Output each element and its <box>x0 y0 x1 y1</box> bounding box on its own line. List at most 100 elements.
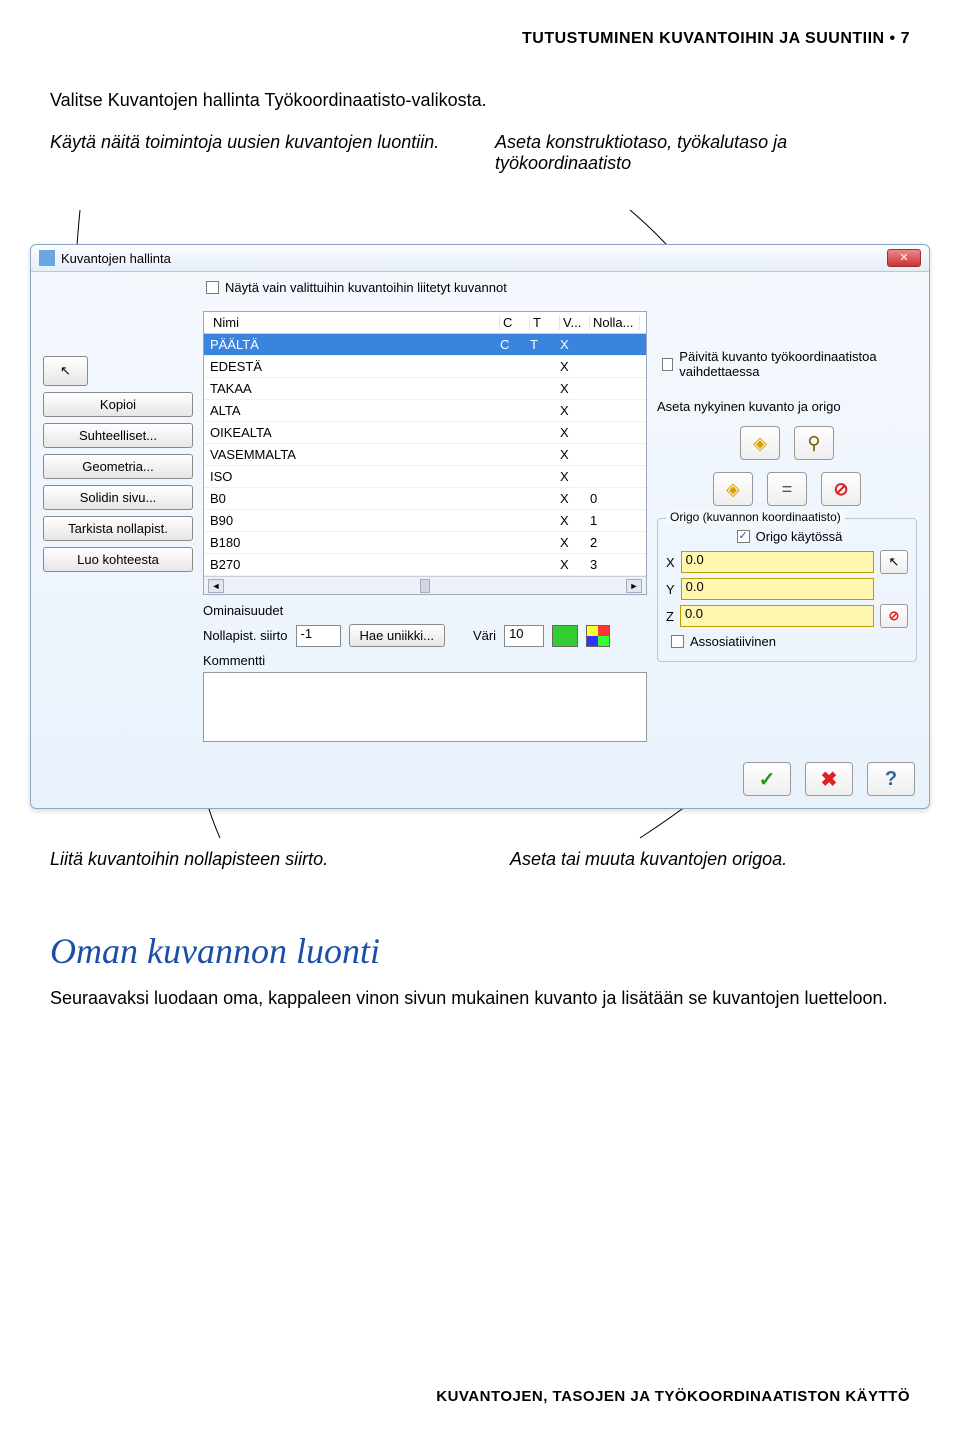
section-heading: Oman kuvannon luonti <box>50 930 910 972</box>
cell-n: 1 <box>590 513 640 528</box>
z-input[interactable]: 0.0 <box>680 605 874 627</box>
color-swatch[interactable] <box>552 625 578 647</box>
z-label: Z <box>666 609 674 624</box>
annotation-right: Aseta konstruktiotaso, työkalutaso ja ty… <box>495 132 910 174</box>
cell-name: PÄÄLTÄ <box>210 337 500 352</box>
cell-v: X <box>560 491 590 506</box>
dialog-window: Kuvantojen hallinta ✕ Näytä vain valittu… <box>30 244 930 809</box>
checkbox-label: Päivitä kuvanto työ­koordinaatistoa vaih… <box>679 349 917 379</box>
color-label: Väri <box>473 628 496 643</box>
geometry-button[interactable]: Geometria... <box>43 454 193 479</box>
table-row[interactable]: VASEMMALTA X <box>204 444 646 466</box>
table-row[interactable]: B180 X2 <box>204 532 646 554</box>
table-row[interactable]: OIKEALTAX <box>204 422 646 444</box>
origin-enabled-checkbox[interactable]: Origo käytössä <box>671 529 908 544</box>
table-row[interactable]: TAKAA X <box>204 378 646 400</box>
cell-name: EDESTÄ <box>210 359 500 374</box>
properties-group: Ominaisuudet Nollapist. siirto -1 Hae un… <box>203 603 647 742</box>
col-v: V... <box>560 315 590 330</box>
views-table: Nimi C T V... Nolla... PÄÄLTÄCTXEDESTÄXT… <box>203 311 647 595</box>
cell-name: ALTA <box>210 403 500 418</box>
cell-v: X <box>560 381 590 396</box>
cell-v: X <box>560 425 590 440</box>
app-icon <box>39 250 55 266</box>
annotation-below-right: Aseta tai muuta kuvantojen origoa. <box>510 849 910 870</box>
show-only-attached-checkbox[interactable]: Näytä vain valittuihin kuvantoihin liite… <box>206 280 929 295</box>
cell-n: 2 <box>590 535 640 550</box>
origin-group-title: Origo (kuvannon koordinaatisto) <box>666 510 845 524</box>
cell-name: B0 <box>210 491 500 506</box>
table-header: Nimi C T V... Nolla... <box>204 312 646 334</box>
cell-v: X <box>560 447 590 462</box>
cell-name: B180 <box>210 535 500 550</box>
help-button[interactable]: ? <box>867 762 915 796</box>
cell-v: X <box>560 535 590 550</box>
cell-t: T <box>530 337 560 352</box>
scroll-left-icon[interactable]: ◄ <box>208 579 224 593</box>
cell-name: VASEMMALTA <box>210 447 500 462</box>
equals-icon[interactable]: = <box>767 472 807 506</box>
copy-button[interactable]: Kopioi <box>43 392 193 417</box>
solid-face-button[interactable]: Solidin sivu... <box>43 485 193 510</box>
cell-v: X <box>560 337 590 352</box>
cell-name: TAKAA <box>210 381 500 396</box>
table-row[interactable]: ISO X <box>204 466 646 488</box>
annotation-below-left: Liitä kuvantoihin nollapisteen siirto. <box>50 849 450 870</box>
clear-origin-button[interactable]: ⊘ <box>880 604 908 628</box>
left-button-column: ↖ Kopioi Suhteelliset... Geometria... So… <box>43 311 193 742</box>
color-input[interactable]: 10 <box>504 625 544 647</box>
offset-label: Nollapist. siirto <box>203 628 288 643</box>
checkbox-label: Näytä vain valittuihin kuvantoihin liite… <box>225 280 507 295</box>
set-tplane-icon[interactable]: ◈ <box>713 472 753 506</box>
titlebar: Kuvantojen hallinta ✕ <box>31 245 929 272</box>
cell-name: ISO <box>210 469 500 484</box>
x-input[interactable]: 0.0 <box>681 551 874 573</box>
cell-v: X <box>560 469 590 484</box>
table-row[interactable]: B270X3 <box>204 554 646 576</box>
properties-label: Ominaisuudet <box>203 603 647 618</box>
cancel-button[interactable]: ✖ <box>805 762 853 796</box>
table-row[interactable]: B0 X0 <box>204 488 646 510</box>
get-unique-button[interactable]: Hae uniikki... <box>349 624 445 647</box>
set-origin-icon[interactable]: ⚲ <box>794 426 834 460</box>
scroll-thumb[interactable] <box>420 579 430 593</box>
palette-icon[interactable] <box>586 625 610 647</box>
checkbox-label: Assosiatiivinen <box>690 634 776 649</box>
dialog-title: Kuvantojen hallinta <box>61 251 171 266</box>
comment-input[interactable] <box>203 672 647 742</box>
section-body: Seuraavaksi luodaan oma, kappaleen vinon… <box>50 986 910 1010</box>
views-panel: Nimi C T V... Nolla... PÄÄLTÄCTXEDESTÄXT… <box>203 311 647 742</box>
cell-v: X <box>560 557 590 572</box>
cell-n: 0 <box>590 491 640 506</box>
set-cplane-icon[interactable]: ◈ <box>740 426 780 460</box>
set-current-label: Aseta nykyinen kuvanto ja origo <box>657 399 917 414</box>
pick-point-button[interactable]: ↖ <box>880 550 908 574</box>
right-panel: Päivitä kuvanto työ­koordinaatistoa vaih… <box>657 311 917 742</box>
scroll-right-icon[interactable]: ► <box>626 579 642 593</box>
cell-v: X <box>560 513 590 528</box>
table-row[interactable]: PÄÄLTÄCTX <box>204 334 646 356</box>
relative-button[interactable]: Suhteelliset... <box>43 423 193 448</box>
reset-icon[interactable]: ⊘ <box>821 472 861 506</box>
origin-group: Origo (kuvannon koordinaatisto) Origo kä… <box>657 518 917 662</box>
cell-c: C <box>500 337 530 352</box>
update-on-wcs-checkbox[interactable]: Päivitä kuvanto työ­koordinaatistoa vaih… <box>662 349 917 379</box>
checkbox-checked-icon <box>737 530 750 543</box>
col-name: Nimi <box>210 315 500 330</box>
select-tool-button[interactable]: ↖ <box>43 356 88 386</box>
create-from-button[interactable]: Luo kohteesta <box>43 547 193 572</box>
dialog-footer: ✓ ✖ ? <box>31 754 929 808</box>
associative-checkbox[interactable]: Assosiatiivinen <box>671 634 908 649</box>
table-row[interactable]: B90X1 <box>204 510 646 532</box>
checkbox-icon <box>671 635 684 648</box>
table-row[interactable]: EDESTÄX <box>204 356 646 378</box>
comment-label: Kommentti <box>203 653 647 668</box>
horizontal-scrollbar[interactable]: ◄ ► <box>204 576 646 594</box>
cell-v: X <box>560 403 590 418</box>
y-input[interactable]: 0.0 <box>681 578 874 600</box>
close-button[interactable]: ✕ <box>887 249 921 267</box>
verify-zero-button[interactable]: Tarkista nollapist. <box>43 516 193 541</box>
offset-input[interactable]: -1 <box>296 625 341 647</box>
table-row[interactable]: ALTA X <box>204 400 646 422</box>
ok-button[interactable]: ✓ <box>743 762 791 796</box>
